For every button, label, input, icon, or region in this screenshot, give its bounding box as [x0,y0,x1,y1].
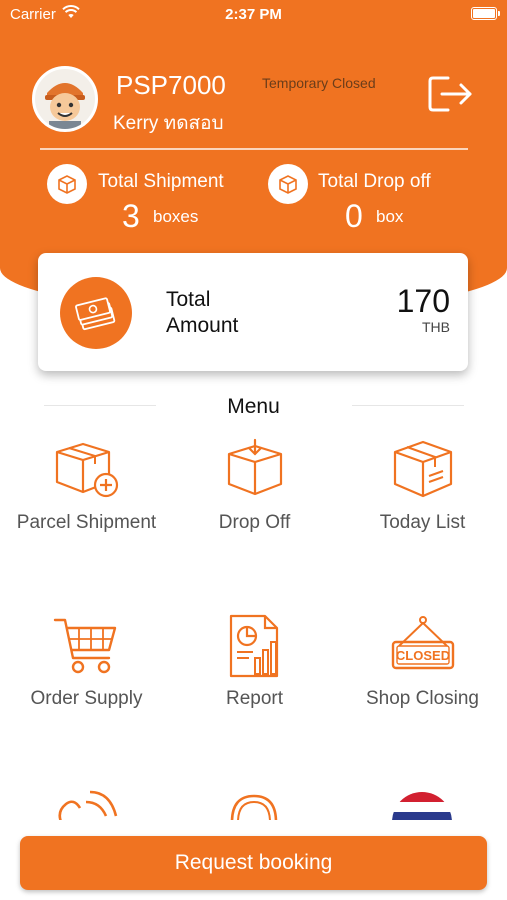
menu-item-label: Parcel Shipment [16,512,157,533]
menu-item-shop-closing[interactable]: CLOSED Shop Closing [338,614,507,710]
total-shipment-value: 3 [122,198,140,234]
status-bar: Carrier 2:37 PM [0,0,507,28]
menu-item-label: Today List [379,512,466,533]
menu-title: Menu [227,395,280,418]
total-shipment-unit: boxes [153,207,199,226]
menu-item-label: Report [225,688,284,709]
cart-icon [53,618,116,674]
menu-item-label: Drop Off [218,512,291,533]
report-icon [229,614,278,678]
request-booking-button[interactable]: Request booking [20,836,487,890]
money-icon [60,277,132,349]
dome-icon [230,794,278,820]
menu-item-today-list[interactable]: Today List [338,438,507,534]
menu-item-order-supply[interactable]: Order Supply [2,614,171,710]
logout-button[interactable] [428,74,474,114]
clock: 2:37 PM [225,6,282,23]
total-amount-currency: THB [422,319,450,335]
dropoff-box-icon [268,164,308,204]
logout-icon [428,76,472,112]
total-amount-value: 170 [396,283,450,319]
menu-item-drop-off[interactable]: Drop Off [170,438,339,534]
total-amount-card: Total Amount 170 THB [38,253,468,371]
menu-item-label: Order Supply [30,688,143,709]
box-dropoff-icon [227,438,282,496]
total-dropoff-value: 0 [345,198,363,234]
menu-item-report[interactable]: Report [170,614,339,710]
box-plus-icon [55,442,118,498]
signal-icon [58,790,118,820]
flag-icon [392,792,452,820]
menu-item-parcel-shipment[interactable]: Parcel Shipment [2,438,171,534]
closed-sign-icon: CLOSED [391,616,454,670]
box-list-icon [393,440,452,498]
battery-icon [471,7,500,20]
total-amount-label: Total Amount [166,288,239,337]
total-dropoff-unit: box [376,207,404,226]
shop-name: Kerry ทดสอบ [113,113,224,134]
shop-status: Temporary Closed [262,75,376,91]
menu-row-3-partial [0,780,507,820]
svg-text:CLOSED: CLOSED [395,648,449,663]
avatar [32,66,98,132]
header-divider [40,148,468,150]
total-dropoff-label: Total Drop off [318,171,431,192]
total-shipment-label: Total Shipment [98,171,224,192]
shop-id: PSP7000 [116,70,226,100]
shipment-box-icon [47,164,87,204]
menu-item-label: Shop Closing [365,688,480,709]
